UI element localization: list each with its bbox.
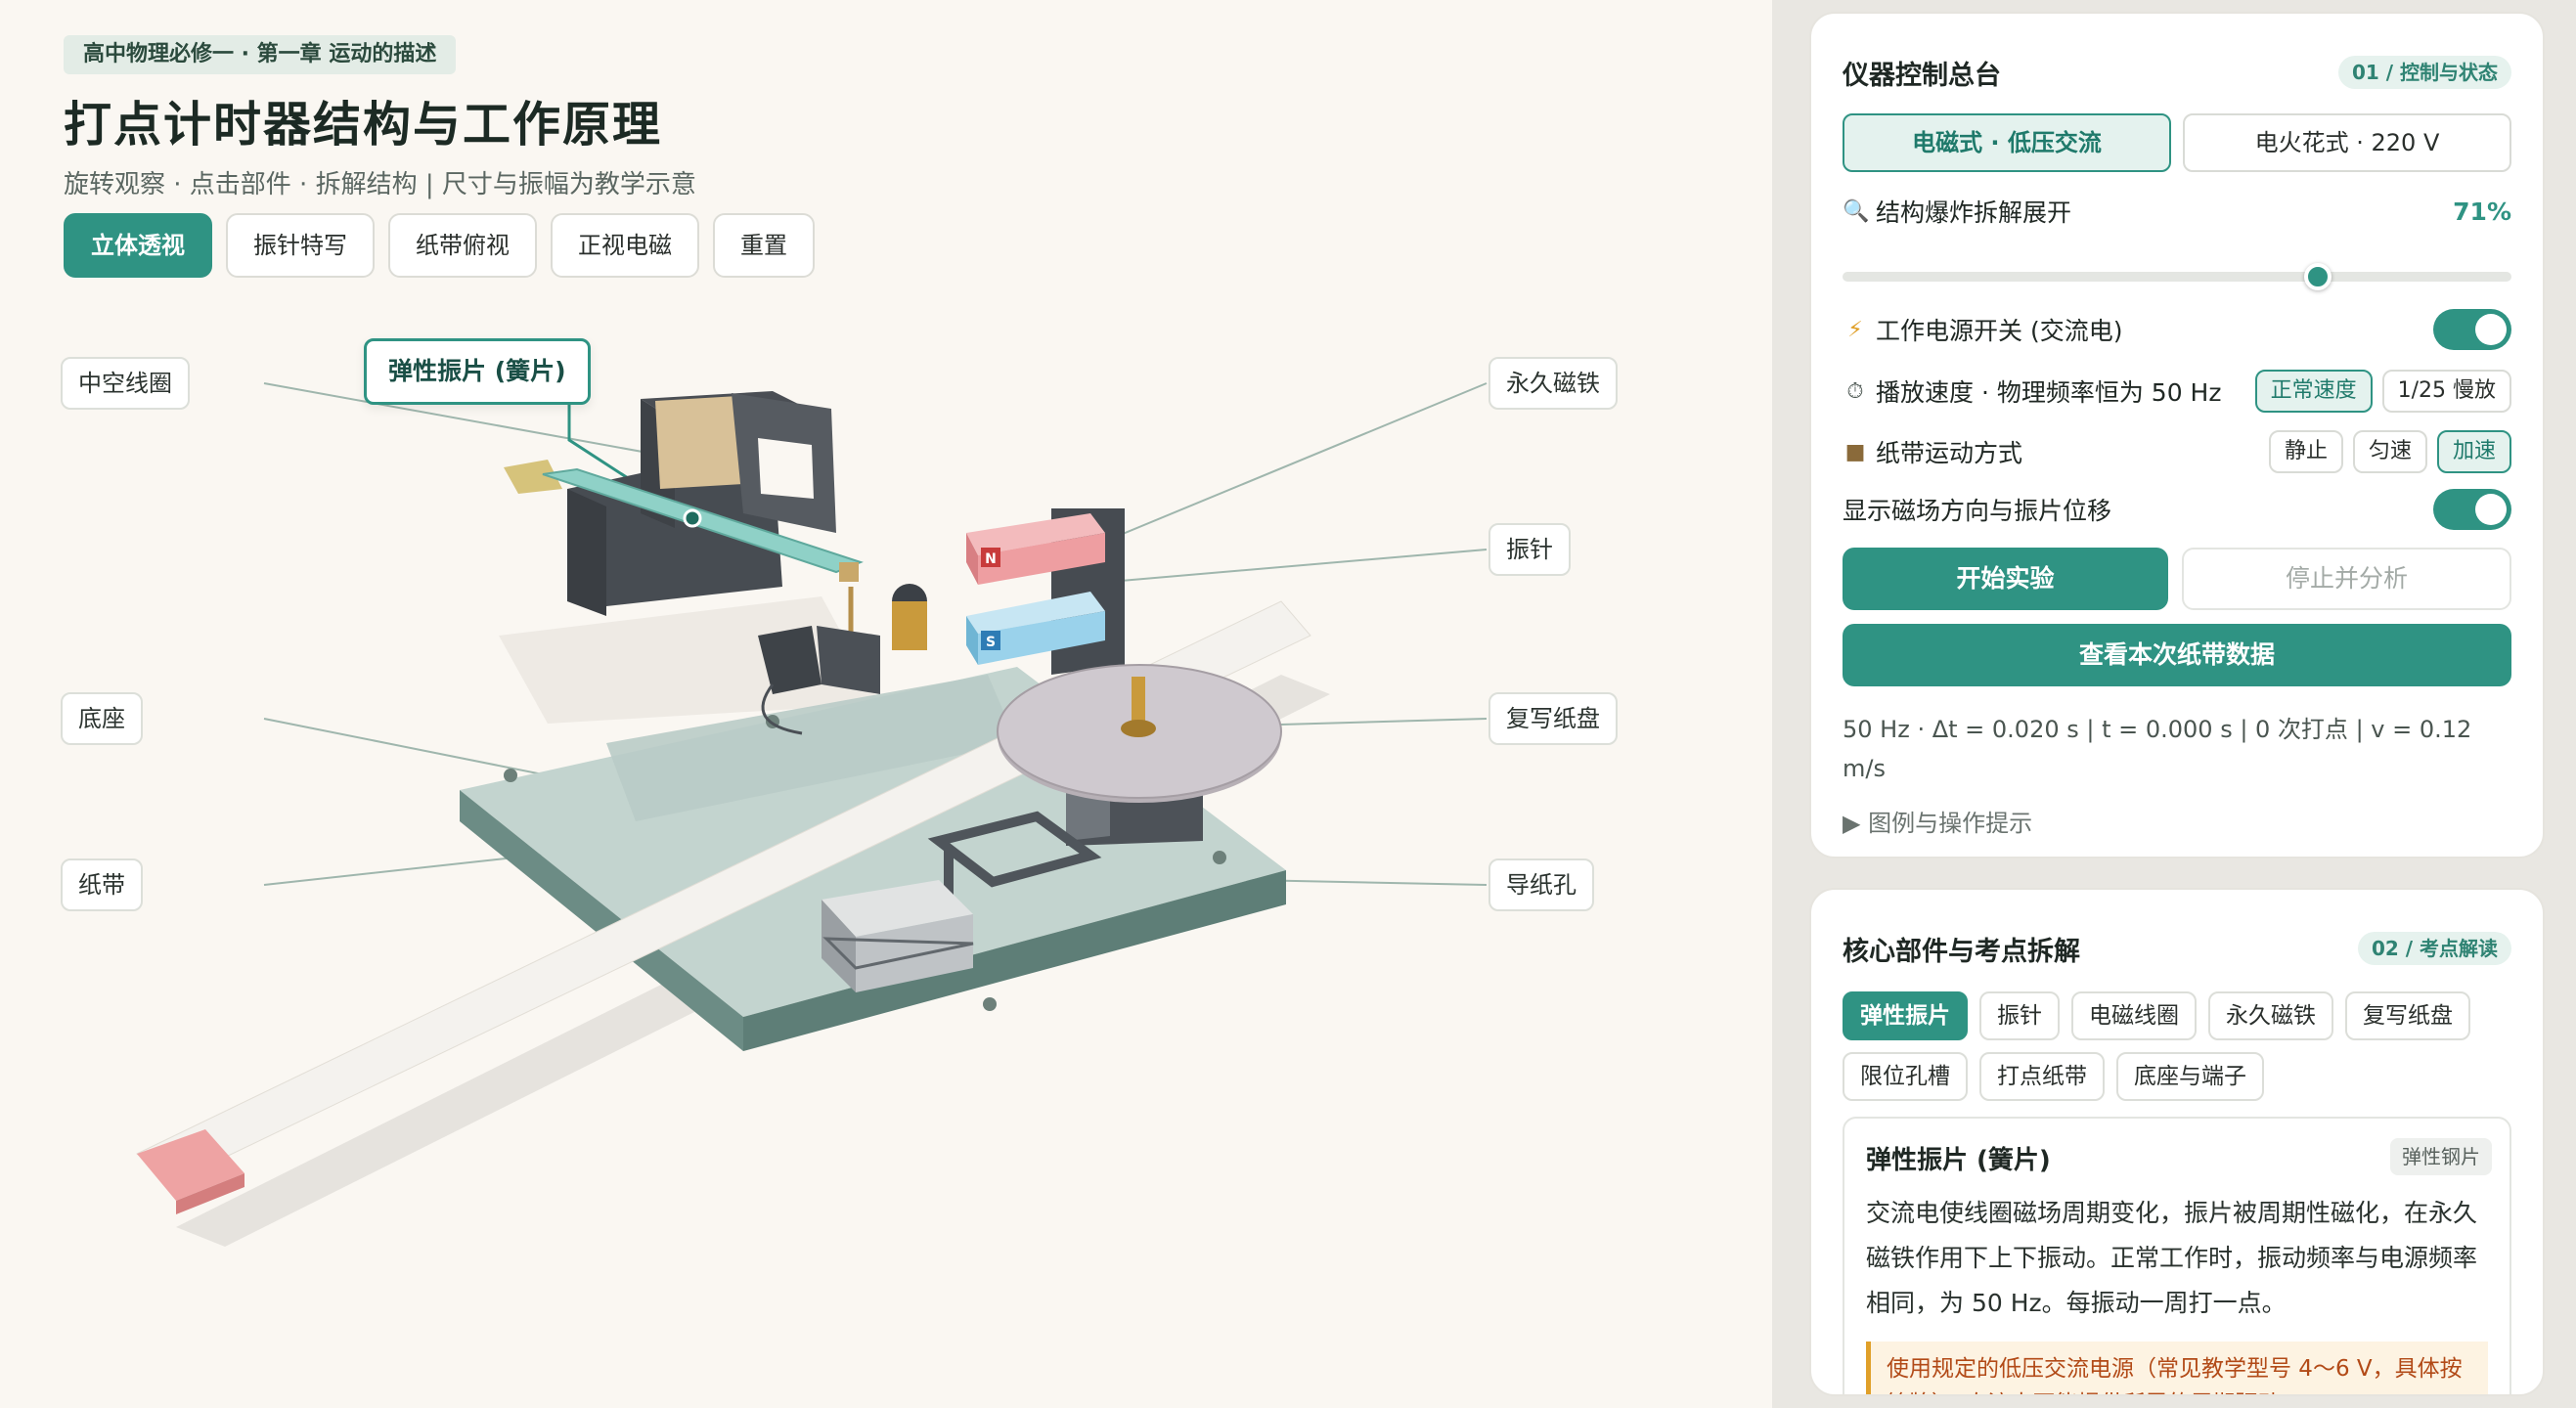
apparatus-stage: 高中物理必修一 · 第一章 运动的描述 打点计时器结构与工作原理 旋转观察 · …: [0, 0, 1772, 1408]
tape-roll-icon: ■: [1844, 439, 1866, 464]
explode-value: 71%: [2453, 197, 2511, 226]
page-title: 打点计时器结构与工作原理: [64, 97, 663, 153]
mode-spark-button[interactable]: 电火花式 · 220 V: [2183, 113, 2511, 172]
electromagnet-coil[interactable]: [567, 391, 836, 616]
callout-coil[interactable]: 中空线圈: [61, 357, 190, 410]
view-tape-data-button[interactable]: 查看本次纸带数据: [1843, 624, 2511, 686]
tape-uniform-button[interactable]: 匀速: [2352, 430, 2427, 473]
legend-disclosure[interactable]: ▶ 图例与操作提示: [1843, 804, 2032, 838]
explode-slider[interactable]: [1843, 263, 2511, 290]
chip-magnet[interactable]: 永久磁铁: [2208, 991, 2333, 1040]
status-readout: 50 Hz · Δt = 0.020 s | t = 0.000 s | 0 次…: [1843, 716, 2472, 782]
explode-slider-thumb[interactable]: [2303, 263, 2332, 290]
part-detail-card: 弹性振片 (簧片) 弹性钢片 交流电使线圈磁场周期变化，振片被周期性磁化，在永久…: [1843, 1117, 2511, 1394]
control-panel-header: 仪器控制总台 01 / 控制与状态: [1843, 51, 2511, 94]
chip-tape[interactable]: 打点纸带: [1979, 1052, 2105, 1101]
clock-icon: ⏱: [1846, 378, 1864, 404]
part-detail-body: 交流电使线圈磁场周期变化，振片被周期性磁化，在永久磁铁作用下上下振动。正常工作时…: [1866, 1199, 2478, 1317]
chip-reed[interactable]: 弹性振片: [1843, 991, 1968, 1040]
field-label: 显示磁场方向与振片位移: [1843, 497, 2112, 525]
chip-base-terminal[interactable]: 底座与端子: [2116, 1052, 2264, 1101]
magnifier-icon: 🔍: [1843, 198, 1870, 224]
speed-slow-button[interactable]: 1/25 慢放: [2381, 370, 2511, 413]
lightning-icon: ⚡: [1847, 317, 1863, 342]
view-tab-perspective[interactable]: 立体透视: [64, 213, 212, 278]
part-warning-note: 使用规定的低压交流电源（常见教学型号 4～6 V，具体按铭牌）。直流电不能提供所…: [1866, 1342, 2488, 1394]
magnet-n-label: N: [985, 551, 997, 567]
tape-motion-row: ■ 纸带运动方式 静止 匀速 加速: [1843, 430, 2511, 473]
field-toggle[interactable]: [2433, 489, 2511, 530]
tape-motion-options: 静止 匀速 加速: [2268, 430, 2511, 473]
view-tab-tape-top[interactable]: 纸带俯视: [388, 213, 537, 278]
tape-static-button[interactable]: 静止: [2268, 430, 2343, 473]
chip-disc[interactable]: 复写纸盘: [2345, 991, 2470, 1040]
speed-options: 正常速度 1/25 慢放: [2254, 370, 2511, 413]
part-chips: 弹性振片 振针 电磁线圈 永久磁铁 复写纸盘 限位孔槽 打点纸带 底座与端子: [1843, 991, 2511, 1101]
parts-panel-title: 核心部件与考点拆解: [1843, 936, 2080, 967]
page-subtitle: 旋转观察 · 点击部件 · 拆解结构 | 尺寸与振幅为教学示意: [64, 170, 696, 199]
callout-disc[interactable]: 复写纸盘: [1488, 692, 1618, 745]
chip-needle[interactable]: 振针: [1979, 991, 2060, 1040]
parts-panel-header: 核心部件与考点拆解 02 / 考点解读: [1843, 927, 2511, 970]
speed-normal-button[interactable]: 正常速度: [2254, 370, 2373, 413]
part-detail-title: 弹性振片 (簧片): [1866, 1146, 2051, 1175]
speed-label: 播放速度 · 物理频率恒为 50 Hz: [1876, 378, 2222, 407]
explode-label: 结构爆炸拆解展开: [1876, 198, 2072, 227]
permanent-magnet[interactable]: N S: [966, 508, 1125, 675]
tape-motion-label: 纸带运动方式: [1876, 439, 2023, 467]
control-panel-title: 仪器控制总台: [1843, 60, 2001, 91]
apparatus-3d-scene[interactable]: N S: [0, 293, 1772, 1408]
field-row: 显示磁场方向与振片位移: [1843, 489, 2511, 530]
view-tabs: 立体透视 振针特写 纸带俯视 正视电磁 重置: [64, 213, 815, 278]
view-reset-button[interactable]: 重置: [713, 213, 815, 278]
experiment-actions: 开始实验 停止并分析: [1843, 548, 2511, 610]
chapter-tag: 高中物理必修一 · 第一章 运动的描述: [64, 35, 457, 74]
power-toggle[interactable]: [2433, 309, 2511, 350]
chip-limit-slot[interactable]: 限位孔槽: [1843, 1052, 1968, 1101]
start-experiment-button[interactable]: 开始实验: [1843, 548, 2168, 610]
tape-accelerate-button[interactable]: 加速: [2436, 430, 2511, 473]
callout-tape[interactable]: 纸带: [61, 858, 143, 911]
callout-magnet[interactable]: 永久磁铁: [1488, 357, 1618, 410]
stop-analyze-button[interactable]: 停止并分析: [2182, 548, 2511, 610]
speed-row: ⏱ 播放速度 · 物理频率恒为 50 Hz 正常速度 1/25 慢放: [1843, 370, 2511, 413]
callout-needle[interactable]: 振针: [1488, 523, 1571, 576]
power-label: 工作电源开关 (交流电): [1876, 317, 2123, 345]
callout-base[interactable]: 底座: [61, 692, 143, 745]
view-tab-needle-closeup[interactable]: 振针特写: [226, 213, 375, 278]
callout-guide[interactable]: 导纸孔: [1488, 858, 1594, 911]
control-panel: 仪器控制总台 01 / 控制与状态 电磁式 · 低压交流 电火花式 · 220 …: [1809, 12, 2545, 858]
explode-row: 🔍 结构爆炸拆解展开 71%: [1843, 194, 2511, 229]
timer-type-switch: 电磁式 · 低压交流 电火花式 · 220 V: [1843, 113, 2511, 172]
parts-panel: 核心部件与考点拆解 02 / 考点解读 弹性振片 振针 电磁线圈 永久磁铁 复写…: [1809, 888, 2545, 1396]
chip-coil[interactable]: 电磁线圈: [2071, 991, 2197, 1040]
parts-panel-badge: 02 / 考点解读: [2357, 932, 2511, 965]
mode-electromagnetic-button[interactable]: 电磁式 · 低压交流: [1843, 113, 2171, 172]
power-row: ⚡ 工作电源开关 (交流电): [1843, 309, 2511, 350]
view-tab-front-electromagnet[interactable]: 正视电磁: [551, 213, 699, 278]
part-material-tag: 弹性钢片: [2390, 1138, 2492, 1175]
magnet-s-label: S: [986, 635, 996, 650]
control-panel-badge: 01 / 控制与状态: [2337, 56, 2511, 89]
callout-reed[interactable]: 弹性振片 (簧片): [364, 338, 591, 405]
